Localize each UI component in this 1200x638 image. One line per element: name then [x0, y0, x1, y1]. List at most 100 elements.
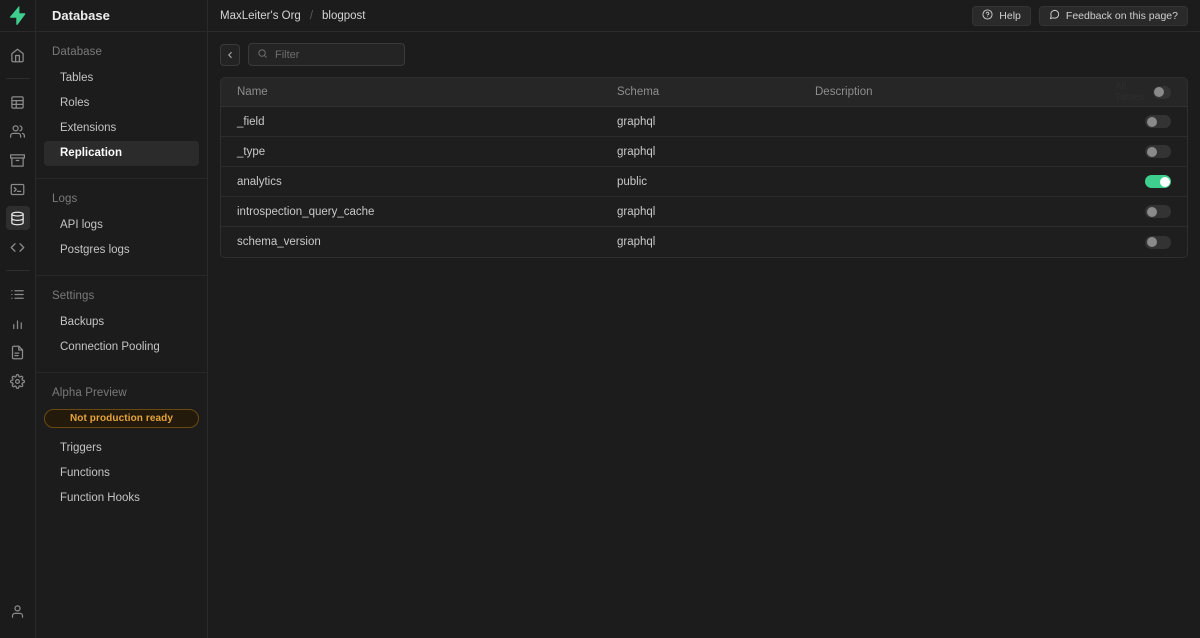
search-icon [257, 46, 268, 64]
nav-section-logs: Logs API logs Postgres logs [36, 179, 207, 276]
cell-schema: graphql [617, 236, 656, 248]
toggle-knob [1146, 146, 1157, 157]
sidebar-item-replication[interactable]: Replication [44, 141, 199, 166]
toggle-knob [1146, 206, 1157, 217]
cell-name: analytics [237, 175, 282, 188]
all-tables-toggle[interactable] [1152, 85, 1171, 99]
toggle-knob [1146, 116, 1157, 127]
sidebar-item-backups[interactable]: Backups [44, 310, 199, 335]
nav-section-alpha-preview: Alpha Preview Not production ready Trigg… [36, 373, 207, 523]
user-account-icon[interactable] [6, 599, 30, 623]
toggle-knob [1159, 176, 1170, 187]
rail-api[interactable] [6, 235, 30, 259]
table-row[interactable]: analytics public [221, 167, 1187, 197]
cell-name: _type [237, 145, 266, 158]
page-title: Database [36, 0, 207, 32]
nav-section-label: Alpha Preview [52, 387, 127, 399]
sidebar-item-function-hooks[interactable]: Function Hooks [44, 486, 199, 511]
help-button-label: Help [999, 9, 1021, 22]
cell-name: introspection_query_cache [237, 205, 375, 218]
table-row[interactable]: _field graphql [221, 107, 1187, 137]
column-header-description: Description [815, 86, 873, 98]
row-toggle[interactable] [1145, 175, 1171, 188]
rail-storage[interactable] [6, 148, 30, 172]
column-header-name: Name [237, 86, 268, 98]
rail-logs[interactable] [6, 282, 30, 306]
rail-settings[interactable] [6, 369, 30, 393]
nav-section-settings: Settings Backups Connection Pooling [36, 276, 207, 373]
cell-schema: graphql [617, 205, 656, 218]
cell-schema: public [617, 175, 648, 188]
rail-table-editor[interactable] [6, 90, 30, 114]
rail-group-services [0, 79, 36, 270]
row-toggle-cell [1115, 115, 1187, 128]
cell-name: schema_version [237, 236, 321, 248]
all-tables-toggle-cell: All Tables [1115, 81, 1187, 103]
rail-authentication[interactable] [6, 119, 30, 143]
rail-group-tools [0, 271, 36, 404]
breadcrumb-org[interactable]: MaxLeiter's Org [220, 10, 301, 22]
rail-group-primary [0, 32, 36, 78]
sidebar-item-connection-pooling[interactable]: Connection Pooling [44, 335, 199, 360]
toggle-knob [1154, 87, 1165, 97]
sidebar-item-triggers[interactable]: Triggers [44, 436, 199, 461]
table-header-row: Name Schema Description All Tables [221, 78, 1187, 107]
sidebar-item-tables[interactable]: Tables [44, 66, 199, 91]
column-header-schema: Schema [617, 86, 660, 98]
cell-name: _field [237, 115, 265, 128]
filter-search-box[interactable] [248, 43, 405, 66]
search-input[interactable] [275, 48, 385, 61]
sidebar-item-roles[interactable]: Roles [44, 91, 199, 116]
row-toggle[interactable] [1145, 235, 1171, 249]
replication-tables-table: Name Schema Description All Tables _fiel… [220, 77, 1188, 258]
row-toggle[interactable] [1145, 115, 1171, 128]
nav-section-label: Settings [52, 290, 95, 302]
breadcrumb-separator: / [309, 9, 314, 22]
nav-section-label: Logs [52, 193, 78, 205]
all-tables-label: All Tables [1115, 81, 1144, 103]
nav-section-label: Database [52, 46, 103, 58]
help-button[interactable]: Help [972, 5, 1031, 26]
sidebar-item-postgres-logs[interactable]: Postgres logs [44, 238, 199, 263]
rail-bottom-group [6, 594, 30, 638]
question-circle-icon [982, 8, 993, 23]
rail-home[interactable] [6, 43, 30, 67]
breadcrumb-project[interactable]: blogpost [322, 10, 365, 22]
supabase-bolt-logo[interactable] [0, 0, 36, 32]
collapse-sidebar-button[interactable] [220, 43, 240, 66]
rail-docs[interactable] [6, 340, 30, 364]
row-toggle-cell [1115, 145, 1187, 158]
table-row[interactable]: introspection_query_cache graphql [221, 197, 1187, 227]
table-container: Name Schema Description All Tables _fiel… [208, 77, 1200, 258]
icon-rail [0, 0, 36, 638]
rail-sql-editor[interactable] [6, 177, 30, 201]
sidebar-item-api-logs[interactable]: API logs [44, 213, 199, 238]
rail-database[interactable] [5, 206, 30, 230]
toolbar [208, 32, 1200, 77]
chevron-left-icon [228, 51, 232, 58]
badge-container: Not production ready [36, 407, 207, 436]
rail-reports[interactable] [6, 311, 30, 335]
table-row[interactable]: schema_version graphql [221, 227, 1187, 257]
topbar-actions: Help Feedback on this page? [972, 5, 1188, 26]
row-toggle-cell [1115, 235, 1187, 249]
row-toggle-cell [1115, 205, 1187, 218]
nav-section-database: Database Tables Roles Extensions Replica… [36, 32, 207, 179]
cell-schema: graphql [617, 145, 656, 158]
row-toggle[interactable] [1145, 205, 1171, 218]
breadcrumb: MaxLeiter's Org / blogpost [220, 10, 366, 22]
toggle-knob [1146, 237, 1157, 247]
feedback-button-label: Feedback on this page? [1065, 9, 1178, 22]
main-content: MaxLeiter's Org / blogpost Help Feedback… [208, 0, 1200, 638]
sidebar-item-extensions[interactable]: Extensions [44, 116, 199, 141]
feedback-button[interactable]: Feedback on this page? [1038, 5, 1188, 26]
chat-bubble-icon [1049, 9, 1060, 23]
row-toggle[interactable] [1145, 145, 1171, 158]
status-badge: Not production ready [44, 409, 199, 428]
sidebar: Database Database Tables Roles Extension… [36, 0, 208, 638]
cell-schema: graphql [617, 115, 656, 128]
topbar: MaxLeiter's Org / blogpost Help Feedback… [208, 0, 1200, 32]
app-root: Database Database Tables Roles Extension… [0, 0, 1200, 638]
sidebar-item-functions[interactable]: Functions [44, 461, 199, 486]
table-row[interactable]: _type graphql [221, 137, 1187, 167]
